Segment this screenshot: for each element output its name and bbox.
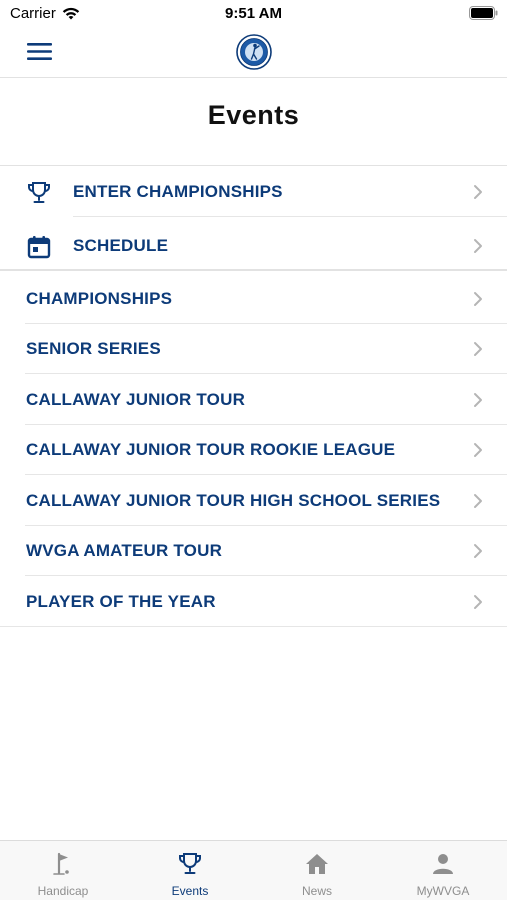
- chevron-right-icon: [474, 185, 482, 199]
- chevron-right-icon: [474, 239, 482, 253]
- list-item-callaway-junior-tour-high-school-series[interactable]: CALLAWAY JUNIOR TOUR HIGH SCHOOL SERIES: [0, 476, 507, 526]
- clock-label: 9:51 AM: [225, 5, 282, 22]
- chevron-right-icon: [474, 544, 482, 558]
- battery-icon: [469, 6, 498, 20]
- title-divider: [0, 165, 507, 166]
- list-item-championships[interactable]: CHAMPIONSHIPS: [0, 274, 507, 324]
- chevron-right-icon: [474, 292, 482, 306]
- enter-championships-row[interactable]: ENTER CHAMPIONSHIPS: [0, 167, 507, 217]
- trophy-icon: [27, 182, 51, 203]
- list-item-label: CALLAWAY JUNIOR TOUR ROOKIE LEAGUE: [26, 440, 396, 459]
- trophy-icon: [178, 853, 202, 874]
- row-divider: [25, 474, 507, 475]
- page-title: Events: [207, 100, 300, 130]
- wvga-logo: [236, 34, 272, 70]
- chevron-right-icon: [474, 443, 482, 457]
- home-icon: [306, 854, 328, 874]
- list-item-label: PLAYER OF THE YEAR: [26, 592, 216, 611]
- list-item-label: WVGA AMATEUR TOUR: [26, 541, 223, 560]
- row-divider: [73, 216, 507, 217]
- tab-mywvga[interactable]: MyWVGA: [380, 841, 506, 900]
- tab-label: MyWVGA: [416, 884, 470, 898]
- section-divider: [0, 269, 507, 271]
- enter-championships-label: ENTER CHAMPIONSHIPS: [73, 182, 283, 201]
- menu-icon[interactable]: [27, 42, 52, 61]
- list-item-label: CALLAWAY JUNIOR TOUR: [26, 390, 246, 409]
- chevron-right-icon: [474, 342, 482, 356]
- tab-handicap[interactable]: Handicap: [0, 841, 126, 900]
- chevron-right-icon: [474, 494, 482, 508]
- row-divider: [25, 575, 507, 576]
- row-divider: [25, 373, 507, 374]
- list-item-label: CHAMPIONSHIPS: [26, 289, 173, 308]
- list-item-callaway-junior-tour[interactable]: CALLAWAY JUNIOR TOUR: [0, 375, 507, 425]
- list-item-senior-series[interactable]: SENIOR SERIES: [0, 324, 507, 374]
- list-item-callaway-junior-tour-rookie-league[interactable]: CALLAWAY JUNIOR TOUR ROOKIE LEAGUE: [0, 425, 507, 475]
- person-icon: [433, 854, 453, 874]
- list-item-player-of-the-year[interactable]: PLAYER OF THE YEAR: [0, 577, 507, 627]
- navigation-bar: [0, 28, 507, 78]
- chevron-right-icon: [474, 393, 482, 407]
- list-item-label: SENIOR SERIES: [26, 339, 161, 358]
- tab-events[interactable]: Events: [127, 841, 253, 900]
- status-bar: Carrier 9:51 AM: [0, 0, 507, 28]
- row-divider: [0, 626, 507, 627]
- list-item-label: CALLAWAY JUNIOR TOUR HIGH SCHOOL SERIES: [26, 491, 441, 510]
- calendar-icon: [27, 236, 51, 259]
- tab-bar: Handicap Events News MyWVGA: [0, 840, 507, 900]
- golf-flag-icon: [53, 852, 69, 875]
- schedule-label: SCHEDULE: [73, 236, 169, 255]
- chevron-right-icon: [474, 595, 482, 609]
- tab-news[interactable]: News: [254, 841, 380, 900]
- list-item-wvga-amateur-tour[interactable]: WVGA AMATEUR TOUR: [0, 526, 507, 576]
- schedule-row[interactable]: SCHEDULE: [0, 221, 507, 271]
- tab-label: Handicap: [37, 884, 89, 898]
- tab-label: News: [301, 884, 332, 898]
- tab-label: Events: [171, 884, 209, 898]
